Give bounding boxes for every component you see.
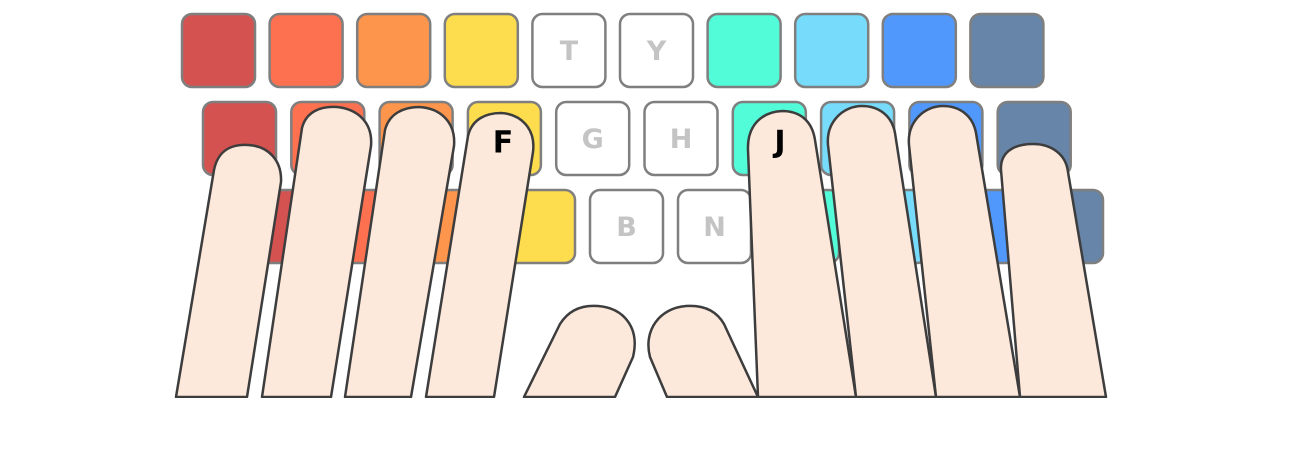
key-label: N (703, 212, 726, 243)
key-bottom-6: N (676, 188, 753, 265)
left-pinky-finger (174, 143, 283, 399)
home-key-label-f: F (493, 126, 514, 161)
key-top-2 (268, 12, 344, 89)
key-bottom-5: B (588, 188, 665, 265)
key-top-5: T (531, 12, 607, 89)
key-top-3 (355, 12, 432, 89)
key-label: Y (646, 36, 667, 67)
key-top-8 (793, 12, 870, 89)
typing-finger-diagram: T Y G H B N F J (160, 12, 1140, 438)
key-top-7 (706, 12, 782, 89)
key-label: B (616, 212, 637, 243)
right-thumb (647, 304, 760, 399)
right-pinky-finger (999, 142, 1108, 399)
left-thumb (522, 304, 636, 399)
key-label: G (582, 124, 604, 155)
key-top-9 (881, 12, 958, 89)
key-top-10 (969, 12, 1045, 89)
key-top-6: Y (618, 12, 695, 89)
key-top-4 (443, 12, 520, 89)
key-label: H (670, 124, 693, 155)
key-label: T (560, 36, 579, 67)
key-home-5: G (554, 100, 631, 177)
key-home-6: H (643, 100, 719, 177)
home-key-label-j: J (772, 125, 785, 160)
key-top-1 (180, 12, 257, 89)
